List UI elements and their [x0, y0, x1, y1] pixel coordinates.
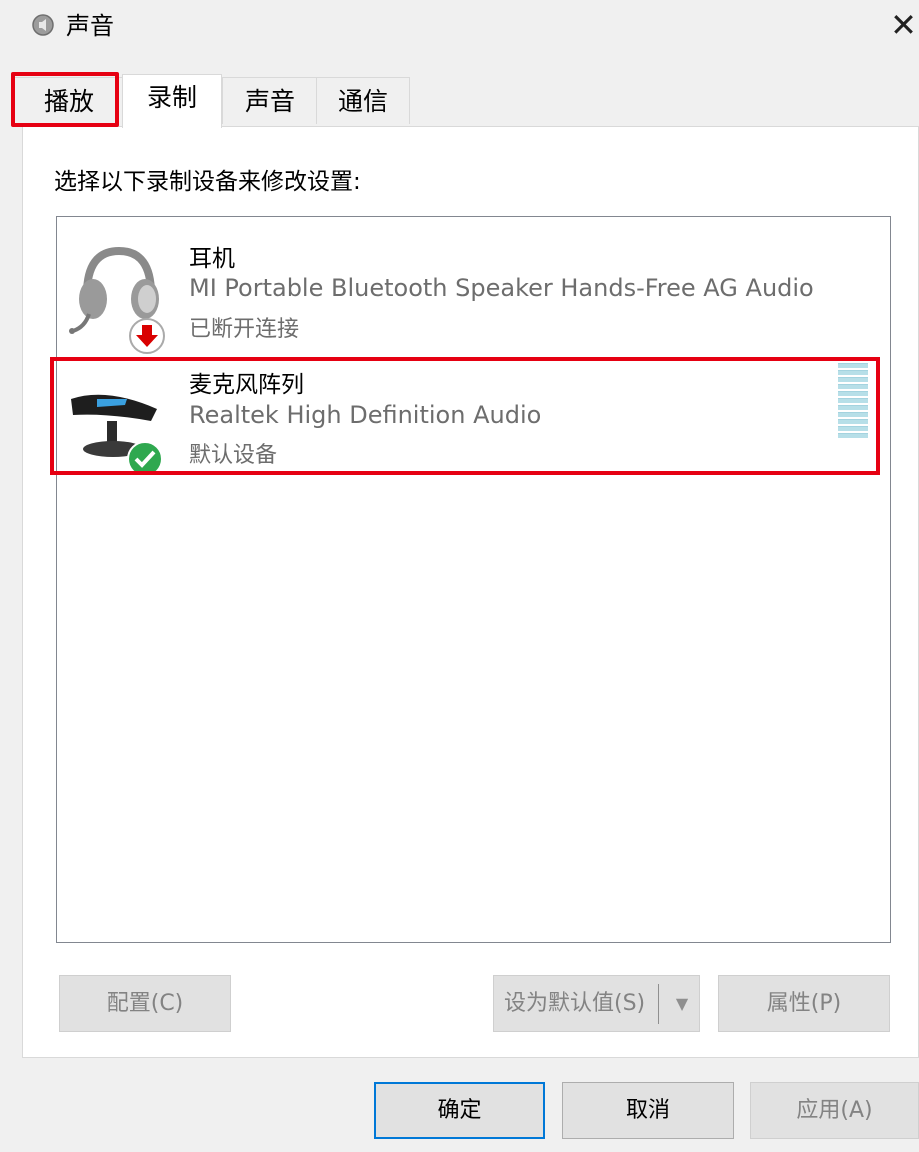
- speaker-icon: [32, 14, 54, 36]
- cancel-button[interactable]: 取消: [562, 1082, 734, 1139]
- configure-button[interactable]: 配置(C): [59, 975, 231, 1032]
- set-default-button[interactable]: 设为默认值(S) ▼: [493, 975, 700, 1032]
- device-status: 已断开连接: [189, 317, 300, 342]
- tab-sounds[interactable]: 声音: [222, 77, 318, 124]
- split-divider: [658, 984, 659, 1024]
- instruction-text: 选择以下录制设备来修改设置:: [54, 169, 361, 195]
- properties-button[interactable]: 属性(P): [718, 975, 890, 1032]
- tab-communications[interactable]: 通信: [316, 77, 410, 124]
- window-title: 声音: [66, 12, 114, 40]
- ok-button[interactable]: 确定: [374, 1082, 545, 1139]
- tab-recording[interactable]: 录制: [122, 74, 222, 128]
- device-item-headset[interactable]: 耳机 MI Portable Bluetooth Speaker Hands-F…: [57, 229, 890, 354]
- close-button[interactable]: ✕: [888, 8, 919, 44]
- device-name: 耳机: [189, 246, 235, 272]
- disconnected-arrow-icon: [129, 318, 165, 354]
- dropdown-arrow-icon[interactable]: ▼: [666, 976, 698, 1031]
- device-list[interactable]: 耳机 MI Portable Bluetooth Speaker Hands-F…: [56, 216, 891, 943]
- highlight-box-device: [50, 357, 880, 475]
- set-default-label: 设为默认值(S): [504, 991, 646, 1016]
- device-description: MI Portable Bluetooth Speaker Hands-Free…: [189, 274, 814, 302]
- apply-button[interactable]: 应用(A): [750, 1082, 919, 1139]
- highlight-box-tab: [11, 72, 119, 127]
